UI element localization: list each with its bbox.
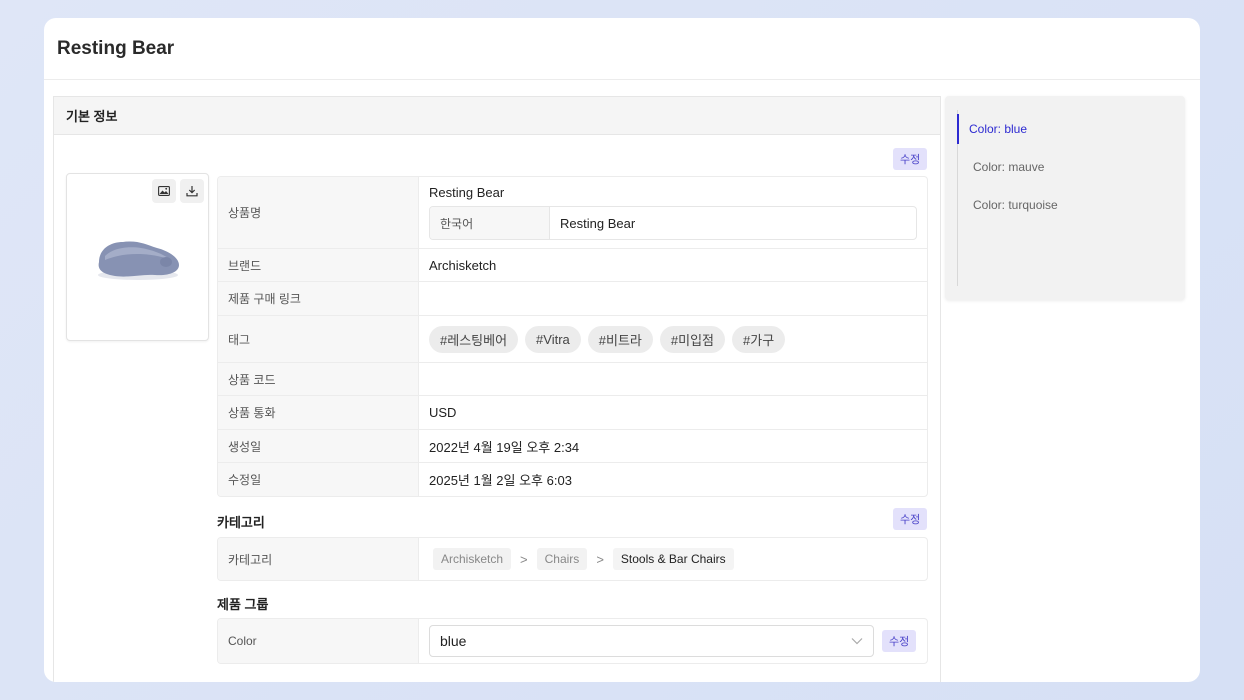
row-brand: 브랜드 Archisketch: [218, 249, 927, 282]
created-value: 2022년 4월 19일 오후 2:34: [429, 439, 580, 455]
row-product-code: 상품 코드: [218, 363, 927, 396]
variant-nav-item-mauve[interactable]: Color: mauve: [958, 148, 1058, 186]
variant-nav-item-blue[interactable]: Color: blue: [957, 110, 1058, 148]
row-category: 카테고리 Archisketch > Chairs > Stools & Bar…: [218, 538, 927, 580]
row-currency: 상품 통화 USD: [218, 396, 927, 430]
product-name-value: Resting Bear: [429, 185, 505, 200]
tag-chip[interactable]: #Vitra: [525, 325, 581, 353]
category-crumb[interactable]: Archisketch: [433, 548, 512, 570]
row-tags: 태그 #레스팅베어 #Vitra #비트라 #미입점 #가구: [218, 316, 927, 363]
label-created: 생성일: [218, 430, 419, 462]
product-group-title: 제품 그룹: [217, 597, 269, 612]
label-purchase-link: 제품 구매 링크: [218, 282, 419, 315]
row-product-name: 상품명 Resting Bear 한국어 Resting Bear: [218, 177, 927, 249]
product-detail-card: Resting Bear 기본 정보 수정 상품명 Resting Bear 한…: [44, 18, 1200, 682]
product-group-table: Color blue 수정: [217, 618, 928, 664]
row-purchase-link: 제품 구매 링크: [218, 282, 927, 316]
color-select-value: blue: [440, 633, 467, 649]
tag-chip[interactable]: #레스팅베어: [429, 325, 519, 353]
category-edit-button[interactable]: 수정: [893, 508, 928, 530]
language-label: 한국어: [430, 207, 550, 239]
purchase-link-value[interactable]: [419, 282, 927, 315]
product-image-box: [66, 173, 209, 341]
tag-chip[interactable]: #가구: [732, 325, 786, 353]
chevron-down-icon: [851, 638, 863, 645]
currency-value: USD: [429, 405, 457, 420]
label-tags: 태그: [218, 316, 419, 362]
breadcrumb-separator: >: [520, 551, 528, 567]
product-group-edit-button[interactable]: 수정: [882, 630, 917, 652]
label-modified: 수정일: [218, 463, 419, 496]
variant-side-panel: Color: blue Color: mauve Color: turquois…: [945, 96, 1185, 300]
product-image: [98, 241, 179, 280]
basic-info-table: 상품명 Resting Bear 한국어 Resting Bear 브랜드 Ar…: [217, 176, 928, 497]
label-currency: 상품 통화: [218, 396, 419, 429]
category-table: 카테고리 Archisketch > Chairs > Stools & Bar…: [217, 537, 928, 581]
label-brand: 브랜드: [218, 249, 419, 281]
localized-name-box: 한국어 Resting Bear: [429, 206, 917, 240]
brand-value: Archisketch: [429, 257, 497, 273]
page-title: Resting Bear: [57, 37, 175, 59]
download-icon[interactable]: [180, 179, 204, 203]
label-category: 카테고리: [218, 538, 419, 580]
label-color: Color: [218, 619, 419, 663]
page-header: Resting Bear: [44, 18, 1200, 80]
tag-list: #레스팅베어 #Vitra #비트라 #미입점 #가구: [419, 316, 927, 362]
category-title: 카테고리: [217, 515, 265, 530]
category-crumb[interactable]: Chairs: [536, 548, 588, 570]
tag-chip[interactable]: #비트라: [587, 325, 653, 353]
label-product-code: 상품 코드: [218, 363, 419, 395]
tag-chip[interactable]: #미입점: [659, 325, 726, 353]
row-color: Color blue 수정: [218, 619, 927, 663]
label-product-name: 상품명: [218, 177, 419, 248]
basic-info-edit-button[interactable]: 수정: [893, 148, 928, 170]
basic-info-title: 기본 정보: [54, 97, 940, 135]
variant-nav-list: Color: blue Color: mauve Color: turquois…: [957, 110, 1058, 286]
breadcrumb-separator: >: [596, 551, 604, 567]
product-code-value: [419, 363, 927, 395]
category-breadcrumb: Archisketch > Chairs > Stools & Bar Chai…: [419, 538, 927, 580]
row-modified: 수정일 2025년 1월 2일 오후 6:03: [218, 463, 927, 496]
category-crumb-current[interactable]: Stools & Bar Chairs: [612, 548, 734, 570]
row-created: 생성일 2022년 4월 19일 오후 2:34: [218, 430, 927, 463]
image-icon[interactable]: [152, 179, 176, 203]
color-select[interactable]: blue: [429, 625, 874, 657]
variant-nav-item-turquoise[interactable]: Color: turquoise: [958, 186, 1058, 224]
basic-info-panel: 기본 정보 수정 상품명 Resting Bear 한국어 Resting Be…: [53, 96, 941, 682]
modified-value: 2025년 1월 2일 오후 6:03: [429, 473, 572, 488]
localized-name-value: Resting Bear: [560, 215, 636, 231]
